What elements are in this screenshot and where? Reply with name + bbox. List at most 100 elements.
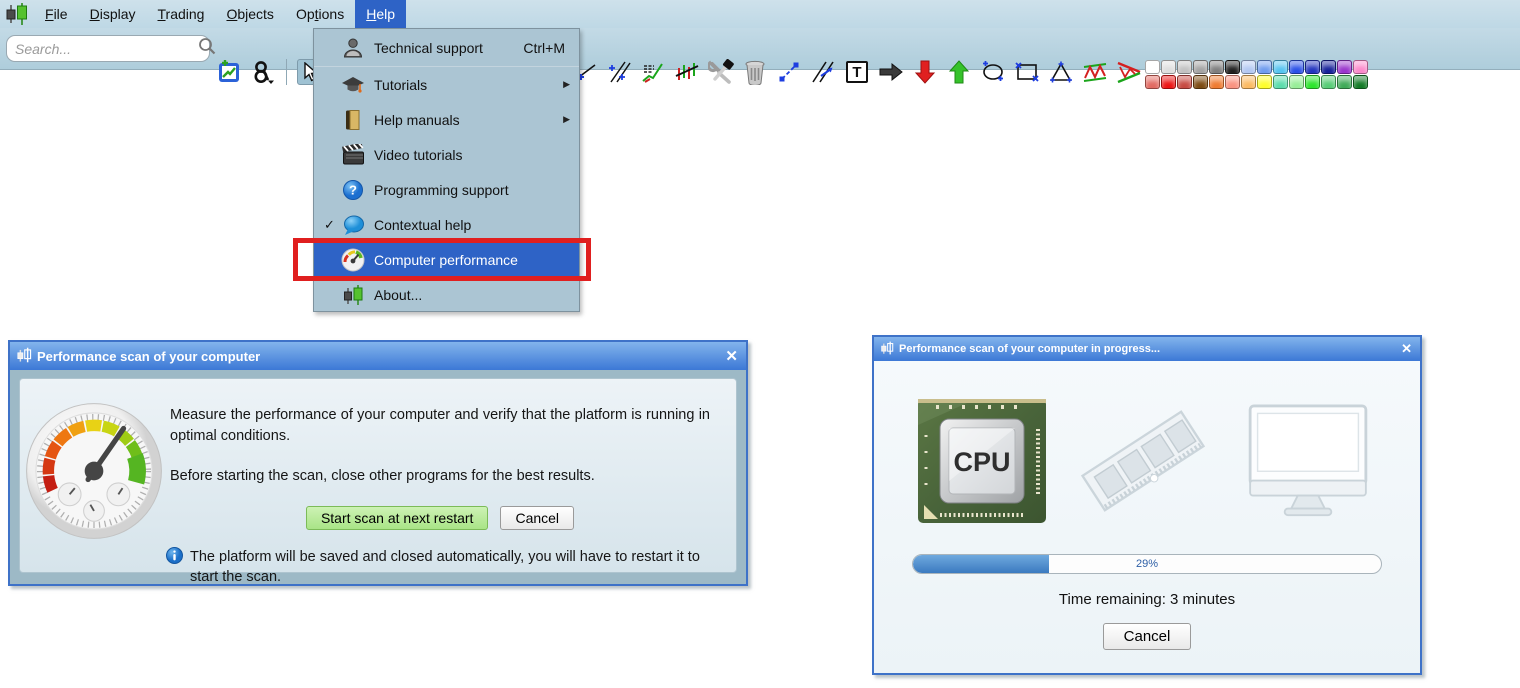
search-input[interactable] — [15, 40, 197, 57]
help-menu-item-about[interactable]: About... — [314, 277, 579, 312]
help-menu-item-programming-support[interactable]: ? Programming support — [314, 172, 579, 207]
color-swatch[interactable] — [1177, 60, 1192, 74]
graduation-cap-icon — [341, 73, 365, 97]
color-swatch[interactable] — [1273, 75, 1288, 89]
new-chart-icon[interactable] — [216, 59, 242, 85]
annotated-chart-icon[interactable] — [640, 59, 666, 85]
progress-bar: 29% — [912, 554, 1382, 574]
clapperboard-icon — [341, 143, 365, 167]
book-icon — [341, 108, 365, 132]
up-arrow-icon[interactable] — [946, 59, 972, 85]
svg-text:?: ? — [349, 182, 357, 197]
color-swatch[interactable] — [1193, 60, 1208, 74]
color-swatch[interactable] — [1145, 60, 1160, 74]
submenu-arrow-icon: ▶ — [563, 79, 570, 89]
color-swatch[interactable] — [1337, 75, 1352, 89]
help-menu-item-computer-performance[interactable]: Computer performance — [314, 242, 579, 277]
help-menu-item-contextual-help[interactable]: ✓ Contextual help — [314, 207, 579, 242]
gauge-icon — [341, 248, 365, 272]
dialog-titlebar[interactable]: Performance scan of your computer ✕ — [10, 342, 746, 370]
color-swatch[interactable] — [1161, 60, 1176, 74]
start-scan-button[interactable]: Start scan at next restart — [305, 506, 489, 531]
right-arrow-icon[interactable] — [878, 59, 904, 85]
cancel-button[interactable]: Cancel — [500, 506, 575, 531]
check-icon: ✓ — [324, 216, 335, 232]
menu-trading[interactable]: Trading — [147, 0, 216, 28]
close-icon[interactable]: ✕ — [725, 347, 738, 365]
color-swatch[interactable] — [1241, 60, 1256, 74]
trash-icon[interactable] — [742, 59, 768, 85]
segment-icon[interactable] — [776, 59, 802, 85]
ellipse-tool-icon[interactable] — [980, 59, 1006, 85]
help-menu-item-video-tutorials[interactable]: Video tutorials — [314, 137, 579, 172]
color-swatch[interactable] — [1193, 75, 1208, 89]
color-swatch[interactable] — [1337, 60, 1352, 74]
dialog-body-text: Before starting the scan, close other pr… — [170, 468, 595, 485]
progress-percent-label: 29% — [1135, 558, 1159, 570]
color-swatch[interactable] — [1289, 60, 1304, 74]
ram-icon — [1073, 391, 1213, 536]
help-menu-item-technical-support[interactable]: Technical support Ctrl+M — [314, 29, 579, 66]
color-swatch[interactable] — [1321, 75, 1336, 89]
search-icon — [197, 36, 217, 61]
performance-scan-dialog: Performance scan of your computer ✕ Meas… — [8, 340, 748, 586]
toolbar-separator — [286, 59, 287, 85]
close-icon[interactable]: ✕ — [1401, 341, 1412, 357]
color-swatch[interactable] — [1225, 60, 1240, 74]
menu-objects[interactable]: Objects — [215, 0, 284, 28]
hardware-icons-row: CPU — [916, 394, 1378, 532]
color-swatch[interactable] — [1161, 75, 1176, 89]
parallel-lines-icon[interactable] — [810, 59, 836, 85]
candlestick-icon — [16, 347, 32, 366]
dialog-title: Performance scan of your computer in pro… — [899, 343, 1161, 355]
submenu-arrow-icon: ▶ — [563, 114, 570, 124]
line-on-candles-icon[interactable] — [674, 59, 700, 85]
tools-icon[interactable] — [708, 59, 734, 85]
color-swatch[interactable] — [1305, 60, 1320, 74]
time-remaining-label: Time remaining: 3 minutes — [1058, 591, 1236, 608]
dialog-body-text: Measure the performance of your computer… — [170, 407, 710, 445]
color-swatch[interactable] — [1257, 75, 1272, 89]
color-swatch[interactable] — [1145, 75, 1160, 89]
candlestick-logo-icon — [0, 0, 34, 28]
cpu-icon: CPU — [916, 395, 1048, 532]
color-swatch[interactable] — [1257, 60, 1272, 74]
cancel-button[interactable]: Cancel — [1102, 623, 1192, 650]
help-menu-item-help-manuals[interactable]: Help manuals ▶ — [314, 102, 579, 137]
color-swatch[interactable] — [1305, 75, 1320, 89]
color-swatch[interactable] — [1353, 60, 1368, 74]
color-swatch[interactable] — [1209, 60, 1224, 74]
color-swatch[interactable] — [1289, 75, 1304, 89]
color-swatch[interactable] — [1273, 60, 1288, 74]
info-note: The platform will be saved and closed au… — [190, 549, 700, 586]
menu-bar: File Display Trading Objects Options Hel… — [0, 0, 1520, 28]
help-menu-item-tutorials[interactable]: Tutorials ▶ — [314, 67, 579, 102]
menu-file[interactable]: File — [34, 0, 79, 28]
color-swatch[interactable] — [1241, 75, 1256, 89]
zigzag-pattern-icon[interactable] — [1082, 59, 1108, 85]
question-circle-icon: ? — [341, 178, 365, 202]
multi-trendline-icon[interactable] — [606, 59, 632, 85]
menu-help[interactable]: Help — [355, 0, 407, 28]
color-swatch[interactable] — [1225, 75, 1240, 89]
color-swatch[interactable] — [1177, 75, 1192, 89]
menu-options[interactable]: Options — [285, 0, 355, 28]
rectangle-tool-icon[interactable] — [1014, 59, 1040, 85]
monitor-icon — [1238, 396, 1378, 531]
toolbar: T — [0, 28, 1520, 89]
text-tool-icon[interactable]: T — [844, 59, 870, 85]
color-swatch[interactable] — [1321, 60, 1336, 74]
speech-bubble-icon — [341, 213, 365, 237]
wedge-pattern-icon[interactable] — [1116, 59, 1142, 85]
menu-display[interactable]: Display — [79, 0, 147, 28]
color-swatch[interactable] — [1353, 75, 1368, 89]
candlestick-icon — [341, 283, 365, 307]
dialog-titlebar[interactable]: Performance scan of your computer in pro… — [874, 337, 1420, 361]
application-window: File Display Trading Objects Options Hel… — [0, 0, 1520, 688]
search-box[interactable] — [6, 35, 216, 62]
down-arrow-icon[interactable] — [912, 59, 938, 85]
linked-windows-icon[interactable] — [250, 59, 276, 85]
triangle-tool-icon[interactable] — [1048, 59, 1074, 85]
color-swatch[interactable] — [1209, 75, 1224, 89]
support-agent-icon — [341, 36, 365, 60]
